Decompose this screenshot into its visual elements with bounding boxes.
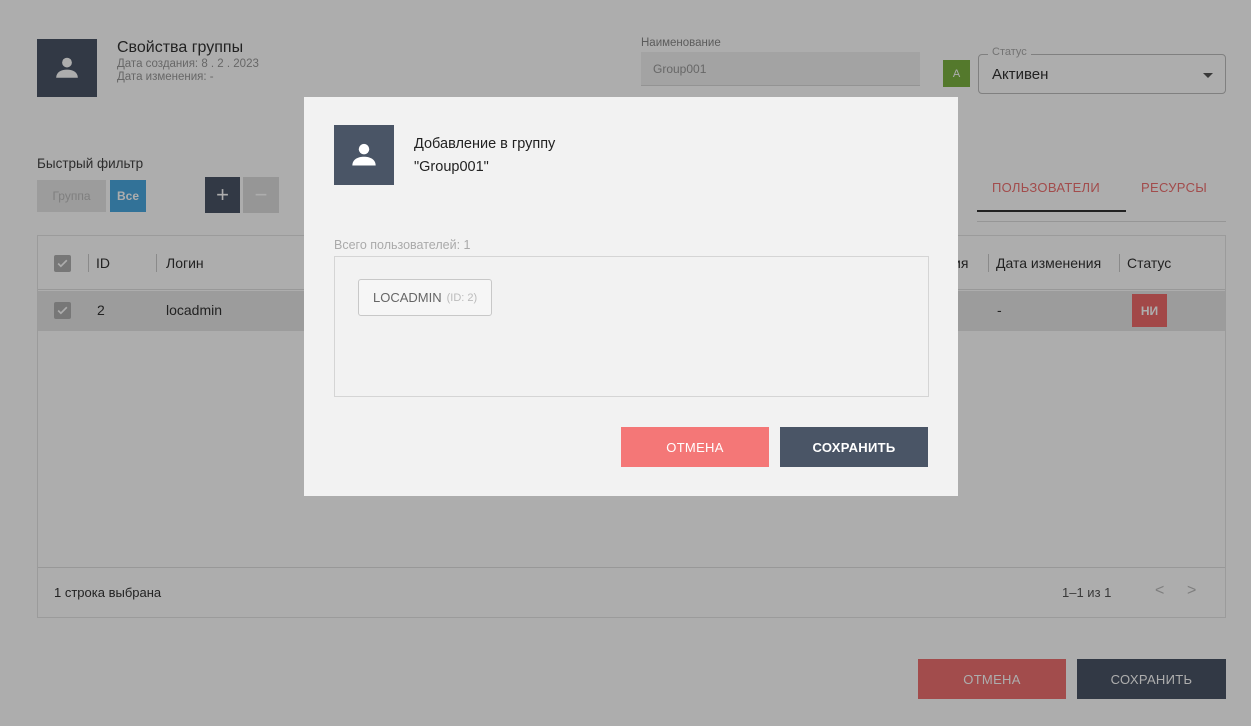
users-total-count: Всего пользователей: 1 — [334, 238, 471, 252]
dialog-cancel-button[interactable]: ОТМЕНА — [621, 427, 769, 467]
user-chip-name: LOCADMIN — [373, 290, 442, 305]
selected-users-box: LOCADMIN (ID: 2) — [334, 256, 929, 397]
dialog-save-button[interactable]: СОХРАНИТЬ — [780, 427, 928, 467]
dialog-avatar — [334, 125, 394, 185]
user-icon — [352, 143, 376, 166]
dialog-title: Добавление в группу — [414, 136, 556, 152]
add-to-group-dialog: Добавление в группу "Group001" Всего пол… — [304, 97, 958, 496]
user-chip-id: (ID: 2) — [446, 291, 478, 304]
dialog-group-name: "Group001" — [414, 159, 489, 175]
user-chip[interactable]: LOCADMIN (ID: 2) — [358, 279, 493, 316]
